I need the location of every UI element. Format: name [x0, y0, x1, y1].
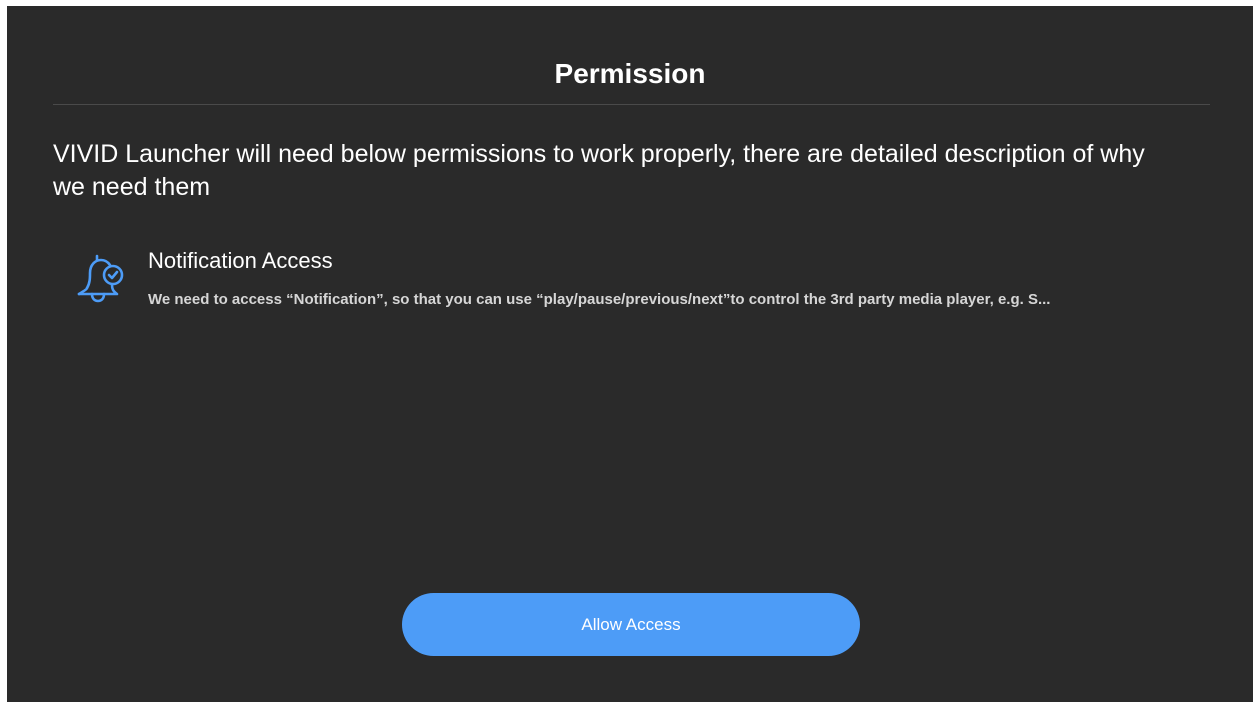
page-title: Permission	[554, 58, 706, 89]
permission-description: We need to access “Notification”, so tha…	[148, 291, 1051, 308]
permission-screen: Permission VIVID Launcher will need belo…	[7, 6, 1253, 702]
permission-item-notification: Notification Access We need to access “N…	[73, 244, 1213, 314]
intro-text: VIVID Launcher will need below permissio…	[53, 140, 1145, 201]
permission-title: Notification Access	[148, 248, 333, 273]
allow-access-button[interactable]: Allow Access	[402, 593, 860, 656]
title-divider	[53, 104, 1210, 105]
bell-check-icon	[73, 250, 127, 304]
